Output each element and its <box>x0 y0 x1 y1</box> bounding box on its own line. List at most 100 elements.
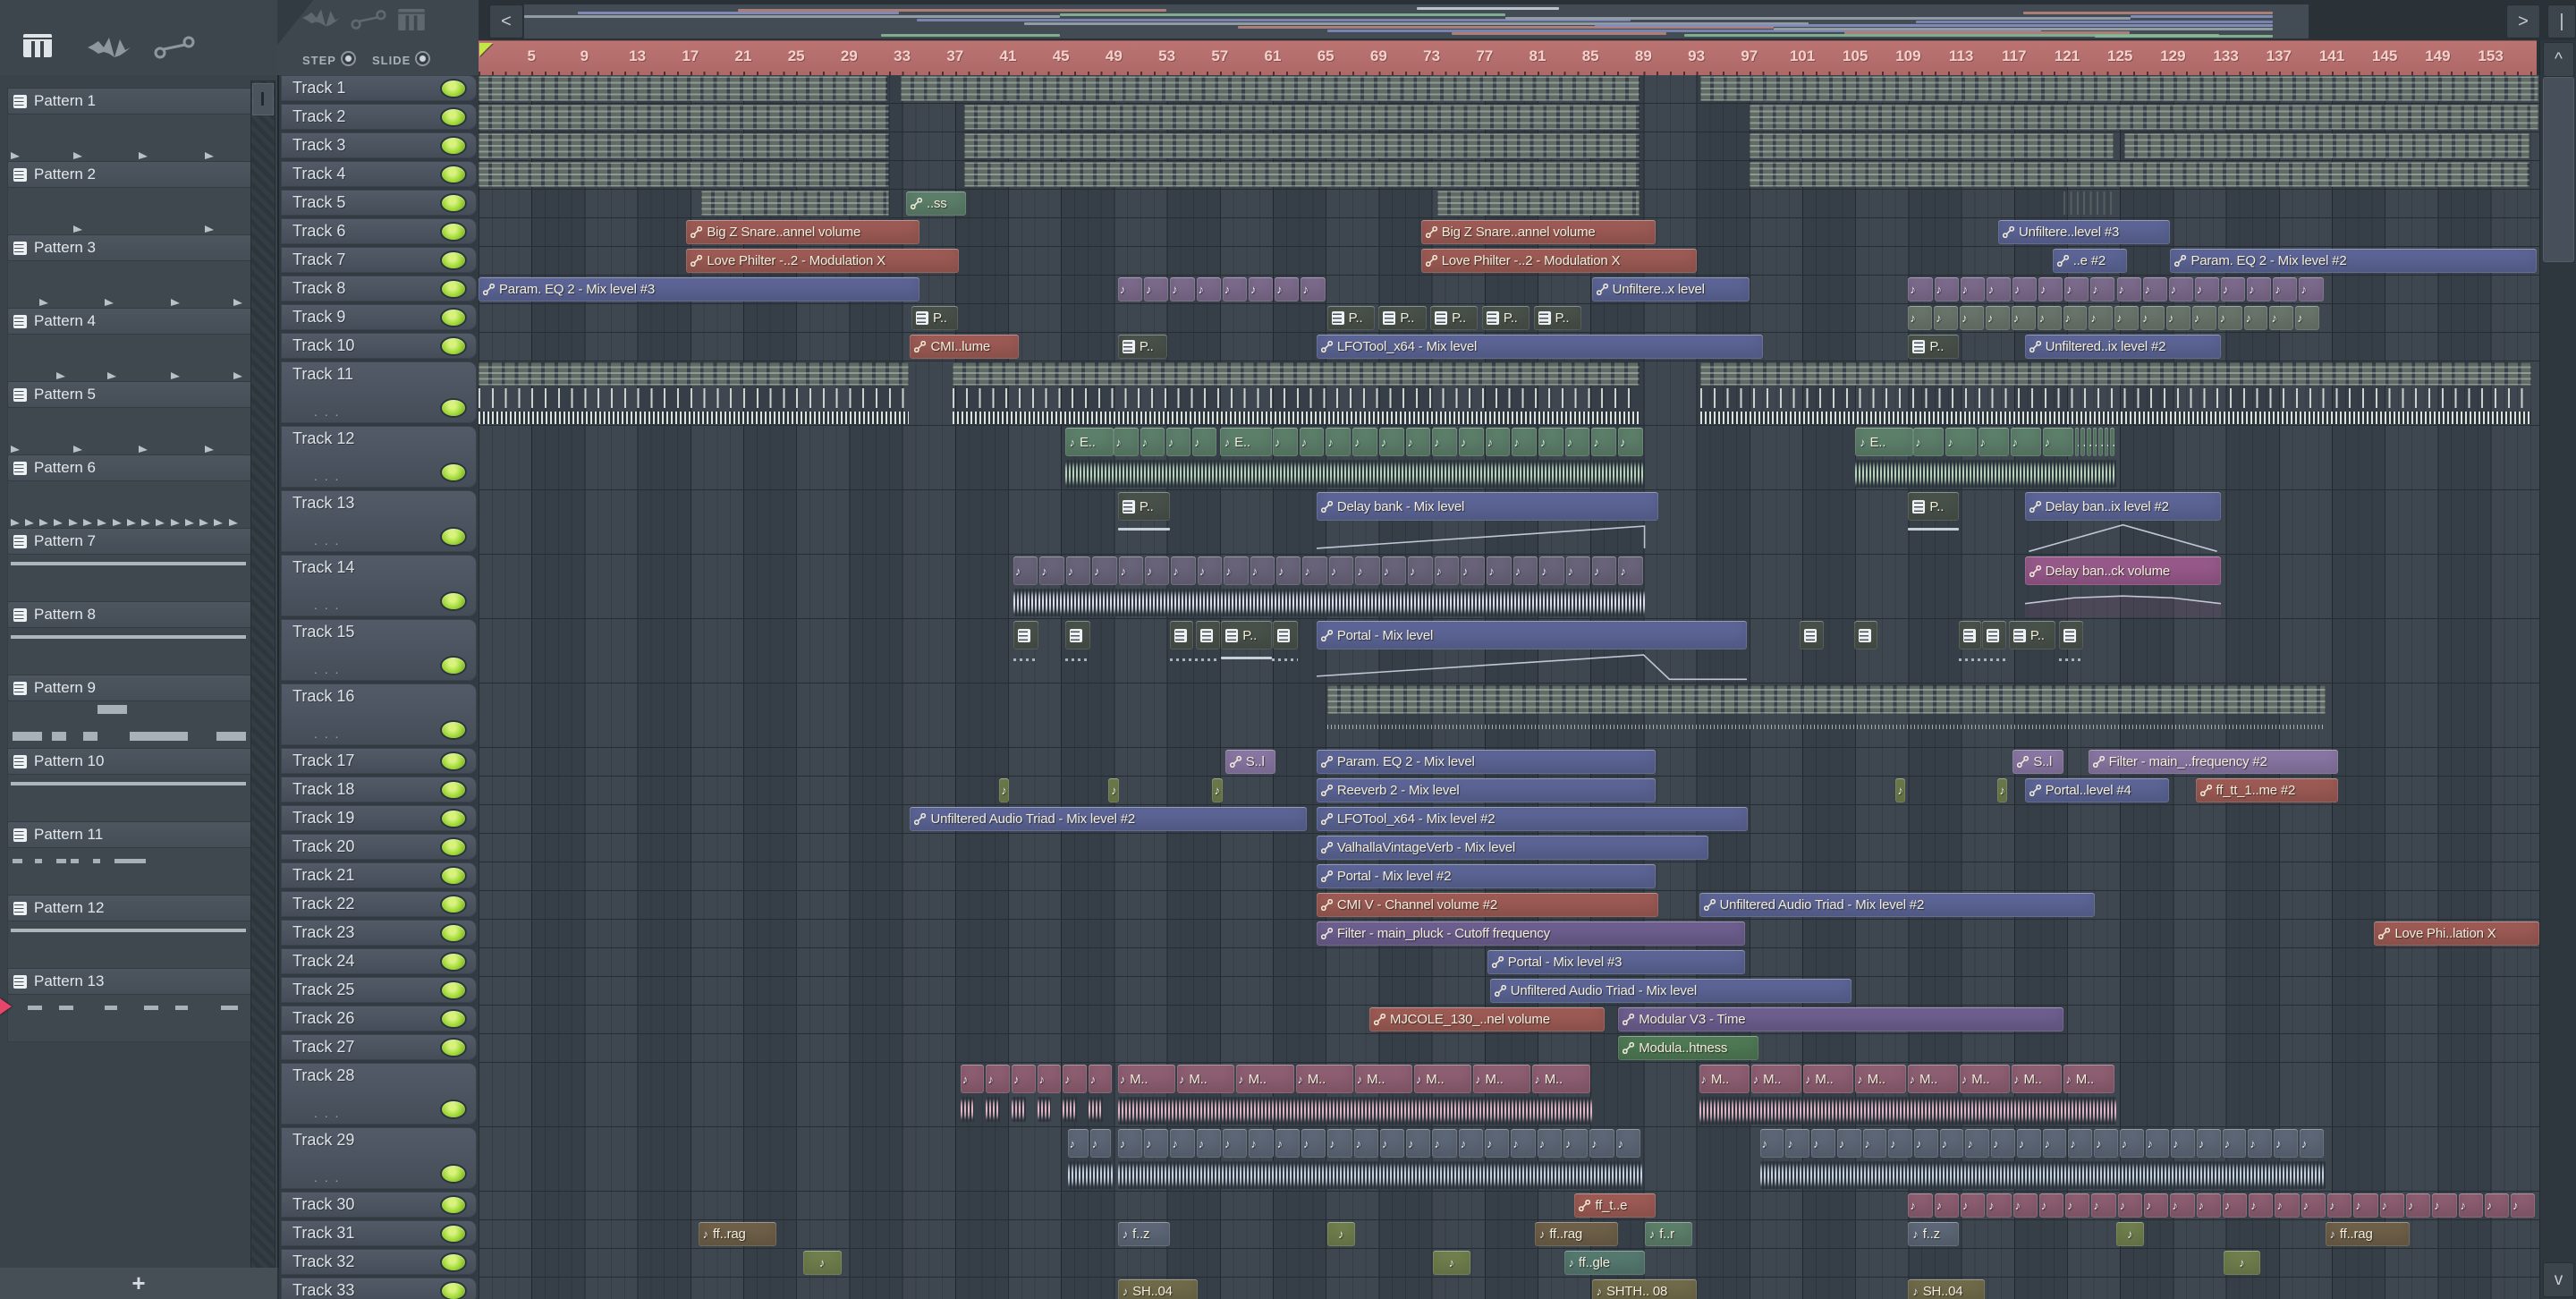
note-clip[interactable]: ♪ <box>1759 1129 1784 1158</box>
track-mute-led[interactable] <box>440 278 467 299</box>
pattern-header[interactable]: Pattern 10 <box>7 748 251 775</box>
audio-waveform[interactable] <box>1855 460 2116 488</box>
note-clip[interactable]: ♪ <box>2191 306 2216 330</box>
pattern-clip[interactable] <box>1853 621 1878 650</box>
note-clip[interactable]: ♪ M.. <box>1117 1065 1176 1093</box>
pattern-clip[interactable]: P.. <box>1326 306 1375 330</box>
piano-icon[interactable] <box>398 9 425 30</box>
automation-clip[interactable]: Delay ban..ix level #2 <box>2024 492 2221 521</box>
pattern-blocks-run[interactable] <box>479 133 889 158</box>
playhead-marker[interactable] <box>479 43 493 56</box>
note-clip[interactable]: ♪ <box>2068 1129 2093 1158</box>
note-clip[interactable]: ♪ <box>1249 1129 1274 1158</box>
note-clip[interactable]: ♪ <box>2196 1129 2221 1158</box>
automation-clip[interactable]: Big Z Snare..annel volume <box>1420 220 1656 244</box>
pattern-header[interactable]: Pattern 3 <box>7 234 251 261</box>
note-clip[interactable]: ♪ <box>1013 556 1038 585</box>
sample-clip[interactable]: ♪ E.. <box>1064 428 1114 456</box>
track-mute-led[interactable] <box>440 1037 467 1057</box>
note-clip[interactable]: ♪ M.. <box>2063 1065 2114 1093</box>
note-clip[interactable]: ♪ <box>2275 1193 2300 1218</box>
pattern-blocks-run[interactable] <box>964 105 1640 130</box>
pattern-clip[interactable] <box>1196 621 1220 650</box>
track-mute-led[interactable] <box>440 1164 467 1184</box>
note-clip[interactable]: ♪ <box>1088 1065 1113 1093</box>
note-clip[interactable]: ♪ <box>1485 428 1511 456</box>
pattern-item[interactable]: Pattern 4 <box>7 308 251 382</box>
pattern-blocks-run[interactable] <box>1749 105 2538 130</box>
audio-icon[interactable] <box>88 38 131 57</box>
note-clip[interactable]: ♪ <box>1406 1129 1431 1158</box>
track-header[interactable]: Track 4 <box>281 161 477 187</box>
track-mute-led[interactable] <box>440 135 467 156</box>
note-clip[interactable]: ♪ <box>1063 1065 1087 1093</box>
sample-clip[interactable]: ♪ E.. <box>1219 428 1272 456</box>
pattern-header[interactable]: Pattern 12 <box>7 895 251 921</box>
automation-clip[interactable]: Unfiltere..level #3 <box>1998 220 2171 244</box>
track-mute-led[interactable] <box>440 751 467 771</box>
pattern-preview[interactable] <box>7 628 251 675</box>
automation-icon[interactable] <box>351 9 386 30</box>
note-clip[interactable]: ♪ <box>1011 1065 1036 1093</box>
pattern-clip[interactable]: P.. <box>2008 621 2055 650</box>
note-clip[interactable]: ♪ M.. <box>1855 1065 1906 1093</box>
note-clip[interactable]: ♪ <box>1615 1129 1640 1158</box>
automation-clip[interactable]: Modular V3 - Time <box>1618 1007 2063 1032</box>
note-clip[interactable]: ♪ <box>1960 1193 1986 1218</box>
note-clip[interactable]: ♪ M.. <box>1473 1065 1531 1093</box>
note-clip[interactable]: ♪ <box>1913 428 1945 456</box>
note-clip[interactable]: ♪ M.. <box>2012 1065 2063 1093</box>
track-mute-led[interactable] <box>440 980 467 1000</box>
pattern-preview[interactable] <box>7 555 251 602</box>
pattern-header[interactable]: Pattern 7 <box>7 528 251 555</box>
pattern-item[interactable]: Pattern 5 <box>7 381 251 455</box>
sample-clip[interactable]: ♪ ff..rag <box>1535 1222 1619 1246</box>
note-clip[interactable]: ♪ <box>2194 277 2220 301</box>
note-clip[interactable]: ♪ <box>1117 1129 1143 1158</box>
note-clip[interactable]: ♪ <box>1301 1129 1326 1158</box>
note-clip[interactable]: ♪ <box>1405 428 1431 456</box>
automation-clip[interactable]: MJCOLE_130_..nel volume <box>1369 1007 1606 1032</box>
pattern-clip[interactable] <box>1013 621 1039 650</box>
note-clip[interactable]: ♪ <box>1913 1129 1938 1158</box>
note-clip[interactable]: ♪ <box>1144 277 1169 301</box>
track-header[interactable]: Track 17 <box>281 748 477 774</box>
note-clip[interactable]: ♪ <box>960 1065 985 1093</box>
note-clip[interactable]: ♪ <box>1945 428 1977 456</box>
note-clip[interactable]: ♪ <box>1327 1129 1352 1158</box>
note-clip[interactable]: ♪ <box>1165 428 1191 456</box>
note-clip[interactable]: ♪ M.. <box>1907 1065 1958 1093</box>
track-mute-led[interactable] <box>440 779 467 800</box>
note-clip[interactable]: ♪ <box>1978 428 2009 456</box>
note-clip[interactable]: ♪ <box>1171 556 1196 585</box>
automation-clip[interactable]: Param. EQ 2 - Mix level #2 <box>2170 249 2538 273</box>
note-clip[interactable]: ♪ <box>2484 1193 2510 1218</box>
note-clip[interactable]: ♪ <box>1537 1129 1562 1158</box>
note-clip[interactable]: ♪ <box>1326 1222 1355 1246</box>
track-header[interactable]: Track 3 <box>281 132 477 158</box>
pattern-clip[interactable] <box>1800 621 1824 650</box>
pattern-preview[interactable] <box>7 701 251 749</box>
note-clip[interactable]: ♪ <box>1592 556 1617 585</box>
note-clip[interactable]: ♪ <box>1196 277 1221 301</box>
automation-clip[interactable]: Portal - Mix level #2 <box>1316 864 1656 888</box>
note-clip[interactable]: ♪ <box>2091 1193 2116 1218</box>
track-header[interactable]: Track 6 <box>281 218 477 244</box>
note-clip[interactable]: ♪ <box>2405 1193 2431 1218</box>
track-mute-led[interactable] <box>440 922 467 943</box>
pattern-clip[interactable] <box>2059 621 2083 650</box>
note-clip[interactable]: ♪ <box>1934 306 1959 330</box>
pattern-header[interactable]: Pattern 4 <box>7 308 251 335</box>
pattern-item[interactable]: Pattern 10 <box>7 748 251 822</box>
automation-clip[interactable]: ff_tt_1..me #2 <box>2195 778 2339 802</box>
note-clip[interactable]: ♪ <box>1785 1129 1810 1158</box>
pattern-preview[interactable] <box>7 335 251 382</box>
track-header[interactable]: Track 15 . . . <box>281 619 477 681</box>
pattern-clip[interactable]: P.. <box>1481 306 1530 330</box>
track-mute-led[interactable] <box>440 894 467 914</box>
note-clip[interactable]: ♪ <box>1908 1193 1933 1218</box>
automation-clip[interactable]: Love Philter -..2 - Modulation X <box>686 249 960 273</box>
note-clip[interactable]: ♪ <box>2037 306 2062 330</box>
track-header[interactable]: Track 30 <box>281 1192 477 1218</box>
note-clip[interactable]: ♪ <box>2273 277 2298 301</box>
